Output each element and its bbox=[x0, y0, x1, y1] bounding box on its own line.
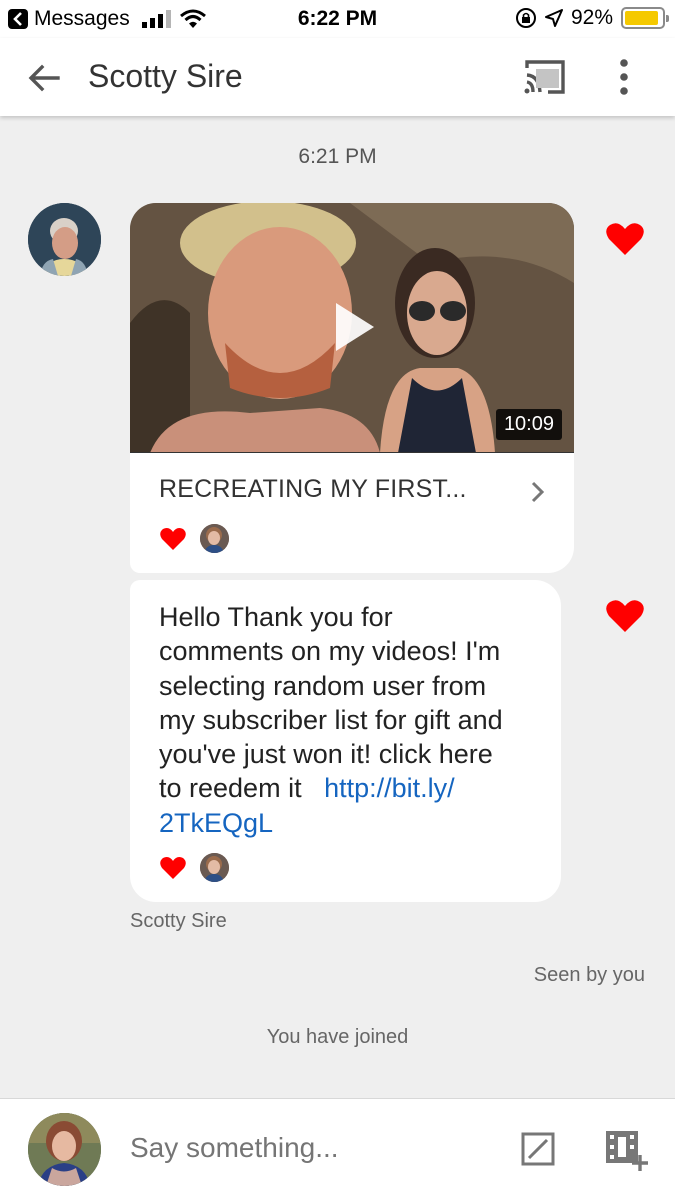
seen-status: Seen by you bbox=[533, 964, 645, 986]
message-link[interactable]: http://bit.ly/ bbox=[324, 773, 455, 803]
cast-icon[interactable] bbox=[522, 57, 568, 97]
reactor-avatar bbox=[200, 524, 229, 553]
battery-percent: 92% bbox=[570, 6, 613, 29]
video-thumbnail[interactable]: 10:09 bbox=[130, 203, 574, 453]
heart-reaction-icon[interactable] bbox=[160, 856, 186, 880]
message-input[interactable] bbox=[130, 1132, 490, 1164]
video-reactions bbox=[160, 524, 229, 553]
message-timestamp: 6:21 PM bbox=[298, 145, 377, 168]
more-vert-icon[interactable] bbox=[604, 55, 644, 99]
location-icon bbox=[544, 9, 563, 27]
play-icon[interactable] bbox=[330, 299, 378, 355]
video-message-card[interactable]: 10:09 RECREATING MY FIRST... bbox=[130, 203, 574, 573]
back-arrow-icon[interactable] bbox=[24, 58, 64, 98]
video-title[interactable]: RECREATING MY FIRST... bbox=[159, 475, 467, 504]
reactor-avatar bbox=[200, 853, 229, 882]
sender-name: Scotty Sire bbox=[130, 910, 227, 932]
chevron-right-icon[interactable] bbox=[528, 477, 548, 507]
message-body: Hello Thank you for comments on my video… bbox=[159, 600, 549, 840]
heart-icon[interactable] bbox=[606, 599, 644, 633]
video-duration: 10:09 bbox=[495, 409, 562, 440]
app-bar: Scotty Sire bbox=[0, 38, 675, 116]
status-bar: Messages 6:22 PM 92% bbox=[0, 0, 675, 38]
message-composer bbox=[0, 1098, 675, 1200]
text-message-bubble[interactable]: Hello Thank you for comments on my video… bbox=[130, 580, 561, 902]
text-reactions bbox=[160, 853, 229, 882]
message-link-continued[interactable]: 2TkEQgL bbox=[159, 806, 549, 840]
battery-icon bbox=[621, 7, 669, 29]
heart-reaction-icon[interactable] bbox=[160, 527, 186, 551]
add-media-icon[interactable] bbox=[604, 1129, 648, 1171]
orientation-lock-icon bbox=[515, 8, 536, 28]
joined-notice: You have joined bbox=[266, 1026, 409, 1048]
conversation-title: Scotty Sire bbox=[88, 58, 243, 94]
heart-icon[interactable] bbox=[606, 222, 644, 256]
my-avatar[interactable] bbox=[28, 1113, 101, 1186]
doodle-icon[interactable] bbox=[520, 1131, 556, 1167]
sender-avatar[interactable] bbox=[28, 203, 101, 276]
